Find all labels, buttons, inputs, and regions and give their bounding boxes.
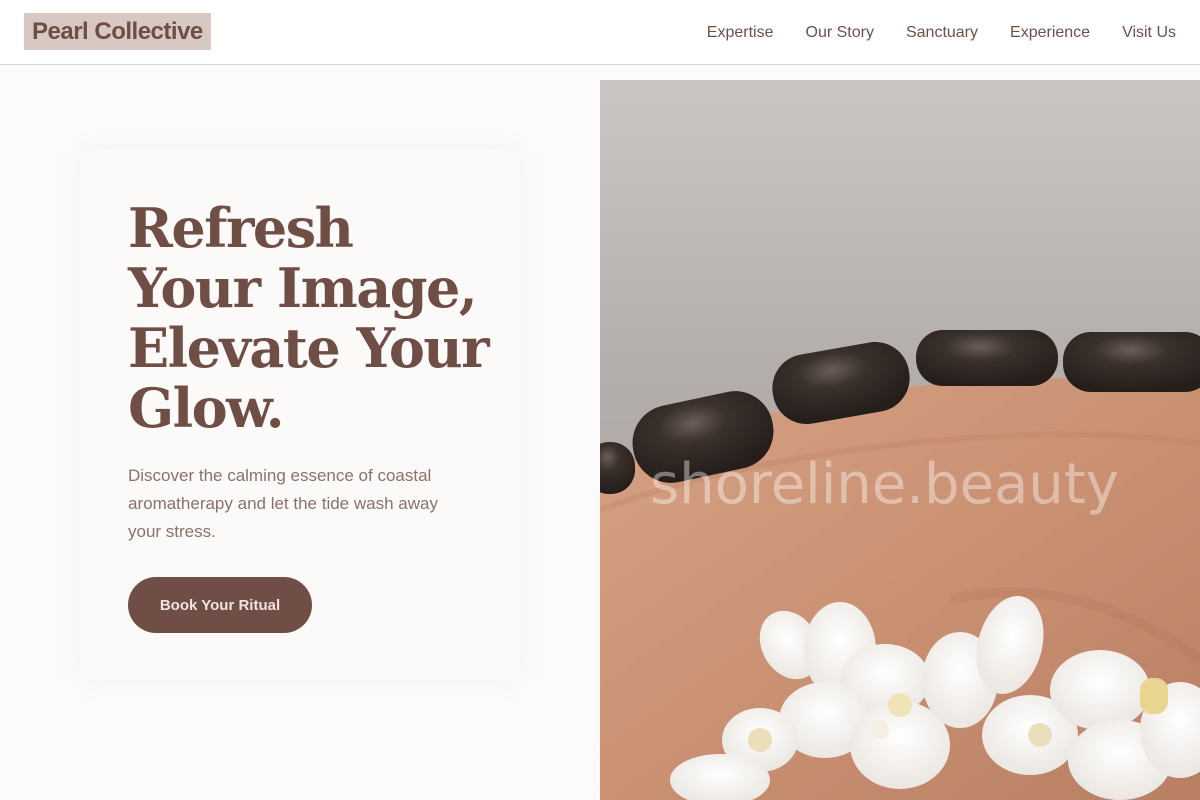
main-nav: Expertise Our Story Sanctuary Experience… — [707, 0, 1176, 65]
hero-description: Discover the calming essence of coastal … — [128, 466, 438, 541]
hero-title-line-3: Elevate Your — [128, 316, 490, 380]
nav-link-experience[interactable]: Experience — [1010, 24, 1090, 42]
brand-logo[interactable]: Pearl Collective — [24, 13, 211, 50]
hero-title-line-1: Refresh — [128, 196, 354, 260]
hero-image: shoreline.beauty — [600, 80, 1200, 800]
image-watermark: shoreline.beauty — [650, 452, 1119, 517]
hero-title: Refresh Your Image, Elevate Your Glow. — [128, 198, 508, 438]
hero-title-line-4: Glow. — [128, 376, 285, 440]
site-header: Pearl Collective Expertise Our Story San… — [0, 0, 1200, 65]
nav-link-expertise[interactable]: Expertise — [707, 24, 774, 42]
nav-link-sanctuary[interactable]: Sanctuary — [906, 24, 978, 42]
hero-title-line-2: Your Image, — [128, 256, 478, 320]
hot-stone-massage-photo — [600, 330, 1200, 800]
book-ritual-button[interactable]: Book Your Ritual — [128, 577, 312, 633]
nav-link-visit-us[interactable]: Visit Us — [1122, 24, 1176, 42]
nav-link-our-story[interactable]: Our Story — [806, 24, 874, 42]
